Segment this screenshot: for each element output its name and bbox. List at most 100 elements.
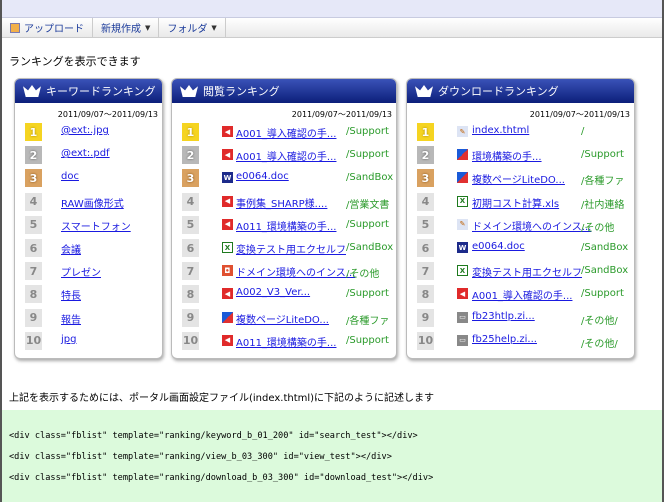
ranking-item-link[interactable]: 変換テスト用エクセルフ — [236, 241, 346, 256]
top-bar — [2, 0, 662, 18]
code-line: <div class="fblist" template="ranking/vi… — [9, 452, 392, 462]
rank-badge: 5 — [25, 215, 42, 234]
ranking-item-link[interactable]: ドメイン環境へのインス... — [236, 264, 355, 279]
panel-header: キーワードランキング — [15, 79, 162, 103]
rank-badge: 3 — [25, 169, 42, 188]
rank-badge: 8 — [182, 285, 199, 304]
ranking-item-link[interactable]: A011_環境構築の手... — [236, 218, 336, 233]
date-range: 2011/09/07～2011/09/13 — [57, 110, 158, 119]
xls-file-icon: X — [457, 195, 468, 207]
ranking-item-link[interactable]: A002_V3_Ver... — [236, 287, 310, 298]
upload-button[interactable]: アップロード — [2, 18, 93, 37]
code-block: <div class="fblist" template="ranking/ke… — [2, 410, 662, 502]
rank-badge: 7 — [182, 262, 199, 281]
ranking-item-link[interactable]: プレゼン — [61, 264, 101, 279]
ranking-item-link[interactable]: 特長 — [61, 287, 81, 302]
toolbar: アップロード 新規作成 ▼ フォルダ ▼ — [2, 18, 662, 38]
ranking-item-link[interactable]: @ext:.jpg — [61, 125, 109, 136]
ranking-item-link[interactable]: RAW画像形式 — [61, 195, 124, 210]
rank-badge: 1 — [417, 123, 434, 141]
rank-badge: 5 — [182, 215, 199, 234]
panel-title: 閲覧ランキング — [203, 85, 280, 98]
folder-path: /Support — [581, 149, 624, 161]
folder-path: /その他 — [346, 269, 380, 281]
rank-badge: 8 — [417, 285, 434, 304]
folder-path: /各種ファ — [346, 315, 390, 327]
panel-download-ranking: ダウンロードランキング 2011/09/07～2011/09/13 1 ✎ index.… — [406, 78, 635, 359]
rank-badge: 4 — [417, 192, 434, 211]
zip-file-icon: ▭ — [457, 334, 468, 346]
rank-badge: 2 — [417, 146, 434, 165]
ranking-item-link[interactable]: fb23htlp.zi... — [472, 311, 535, 322]
date-range: 2011/09/07～2011/09/13 — [291, 110, 392, 119]
ranking-item-link[interactable]: e0064.doc — [472, 241, 525, 252]
ranking-item-link[interactable]: ドメイン環境へのインス... — [472, 218, 591, 233]
upload-label: アップロード — [24, 24, 84, 35]
rank-badge: 9 — [417, 308, 434, 327]
panel-keyword-ranking: キーワードランキング 2011/09/07～2011/09/13 1 @ext:.jp… — [14, 78, 163, 359]
rank-badge: 2 — [182, 146, 199, 165]
panel-title: ダウンロードランキング — [438, 85, 559, 98]
panel-view-ranking: 閲覧ランキング 2011/09/07～2011/09/13 1 ◀ A001_導入確認の… — [171, 78, 397, 359]
ranking-item-link[interactable]: スマートフォン — [61, 218, 131, 233]
pdf-file-icon: ◀ — [222, 218, 233, 230]
folder-path: /その他 — [581, 222, 615, 234]
new-menu-button[interactable]: 新規作成 ▼ — [93, 18, 160, 37]
folder-path: /Support — [346, 149, 389, 161]
ranking-item-link[interactable]: 報告 — [61, 311, 81, 326]
folder-path: /その他/ — [581, 315, 618, 327]
doc-file-icon: W — [222, 172, 233, 184]
ranking-item-link[interactable]: @ext:.pdf — [61, 148, 110, 159]
ranking-item-link[interactable]: A001_導入確認の手... — [236, 125, 336, 140]
xls-file-icon: X — [457, 265, 468, 277]
pdf-file-icon: ◀ — [222, 288, 233, 300]
rank-badge: 7 — [417, 262, 434, 281]
ranking-item-link[interactable]: 複数ページLiteDO... — [236, 311, 329, 326]
description: 上記を表示するためには、ポータル画面設定ファイル(index.thtml)に下記… — [9, 393, 435, 404]
ranking-item-link[interactable]: 変換テスト用エクセルフ — [472, 264, 582, 279]
ranking-item-link[interactable]: A001_導入確認の手... — [472, 287, 572, 302]
crown-icon — [180, 85, 198, 97]
folder-menu-button[interactable]: フォルダ ▼ — [159, 18, 226, 37]
ranking-item-link[interactable]: 事例集_SHARP様.... — [236, 195, 327, 210]
rank-badge: 10 — [417, 331, 434, 350]
rank-badge: 10 — [182, 331, 199, 350]
folder-path: / — [581, 126, 585, 137]
new-label: 新規作成 — [101, 24, 141, 35]
folder-label: フォルダ — [167, 24, 208, 35]
code-line: <div class="fblist" template="ranking/ke… — [9, 431, 418, 441]
pdf-file-icon: ◀ — [222, 195, 233, 207]
ranking-item-link[interactable]: 複数ページLiteDO... — [472, 171, 565, 186]
page-heading: ランキングを表示できます — [9, 55, 141, 68]
rank-badge: 8 — [25, 285, 42, 304]
ranking-item-link[interactable]: fb25help.zi... — [472, 334, 537, 345]
rank-badge: 4 — [182, 192, 199, 211]
ranking-item-link[interactable]: doc — [61, 171, 79, 182]
ranking-item-link[interactable]: 初期コスト計算.xls — [472, 195, 559, 210]
ranking-item-link[interactable]: A001_導入確認の手... — [236, 148, 336, 163]
rank-badge: 1 — [25, 123, 42, 141]
chevron-down-icon: ▼ — [211, 23, 217, 32]
ranking-item-link[interactable]: index.thtml — [472, 125, 529, 136]
ranking-item-link[interactable]: jpg — [61, 334, 76, 345]
xls-file-icon: X — [222, 242, 233, 253]
rank-badge: 7 — [25, 262, 42, 281]
ranking-item-link[interactable]: 会議 — [61, 241, 81, 256]
folder-path: /社内連絡 — [581, 199, 625, 211]
ranking-item-link[interactable]: A011_環境構築の手... — [236, 334, 336, 349]
ranking-item-link[interactable]: e0064.doc — [236, 171, 289, 182]
ranking-item-link[interactable]: 環境構築の手... — [472, 148, 542, 163]
folder-path: /Support — [346, 218, 389, 230]
folder-path: /SandBox — [581, 265, 629, 277]
panel-header: ダウンロードランキング — [407, 79, 634, 103]
rank-badge: 1 — [182, 123, 199, 141]
rank-badge: 6 — [182, 239, 199, 257]
panel-title: キーワードランキング — [46, 85, 156, 98]
doc-file-icon: W — [457, 242, 468, 253]
date-range: 2011/09/07～2011/09/13 — [529, 110, 630, 119]
rank-badge: 3 — [417, 169, 434, 188]
rank-badge: 5 — [417, 215, 434, 234]
img-file-icon — [457, 172, 468, 184]
folder-path: /営業文書 — [346, 199, 390, 211]
rank-badge: 4 — [25, 192, 42, 211]
